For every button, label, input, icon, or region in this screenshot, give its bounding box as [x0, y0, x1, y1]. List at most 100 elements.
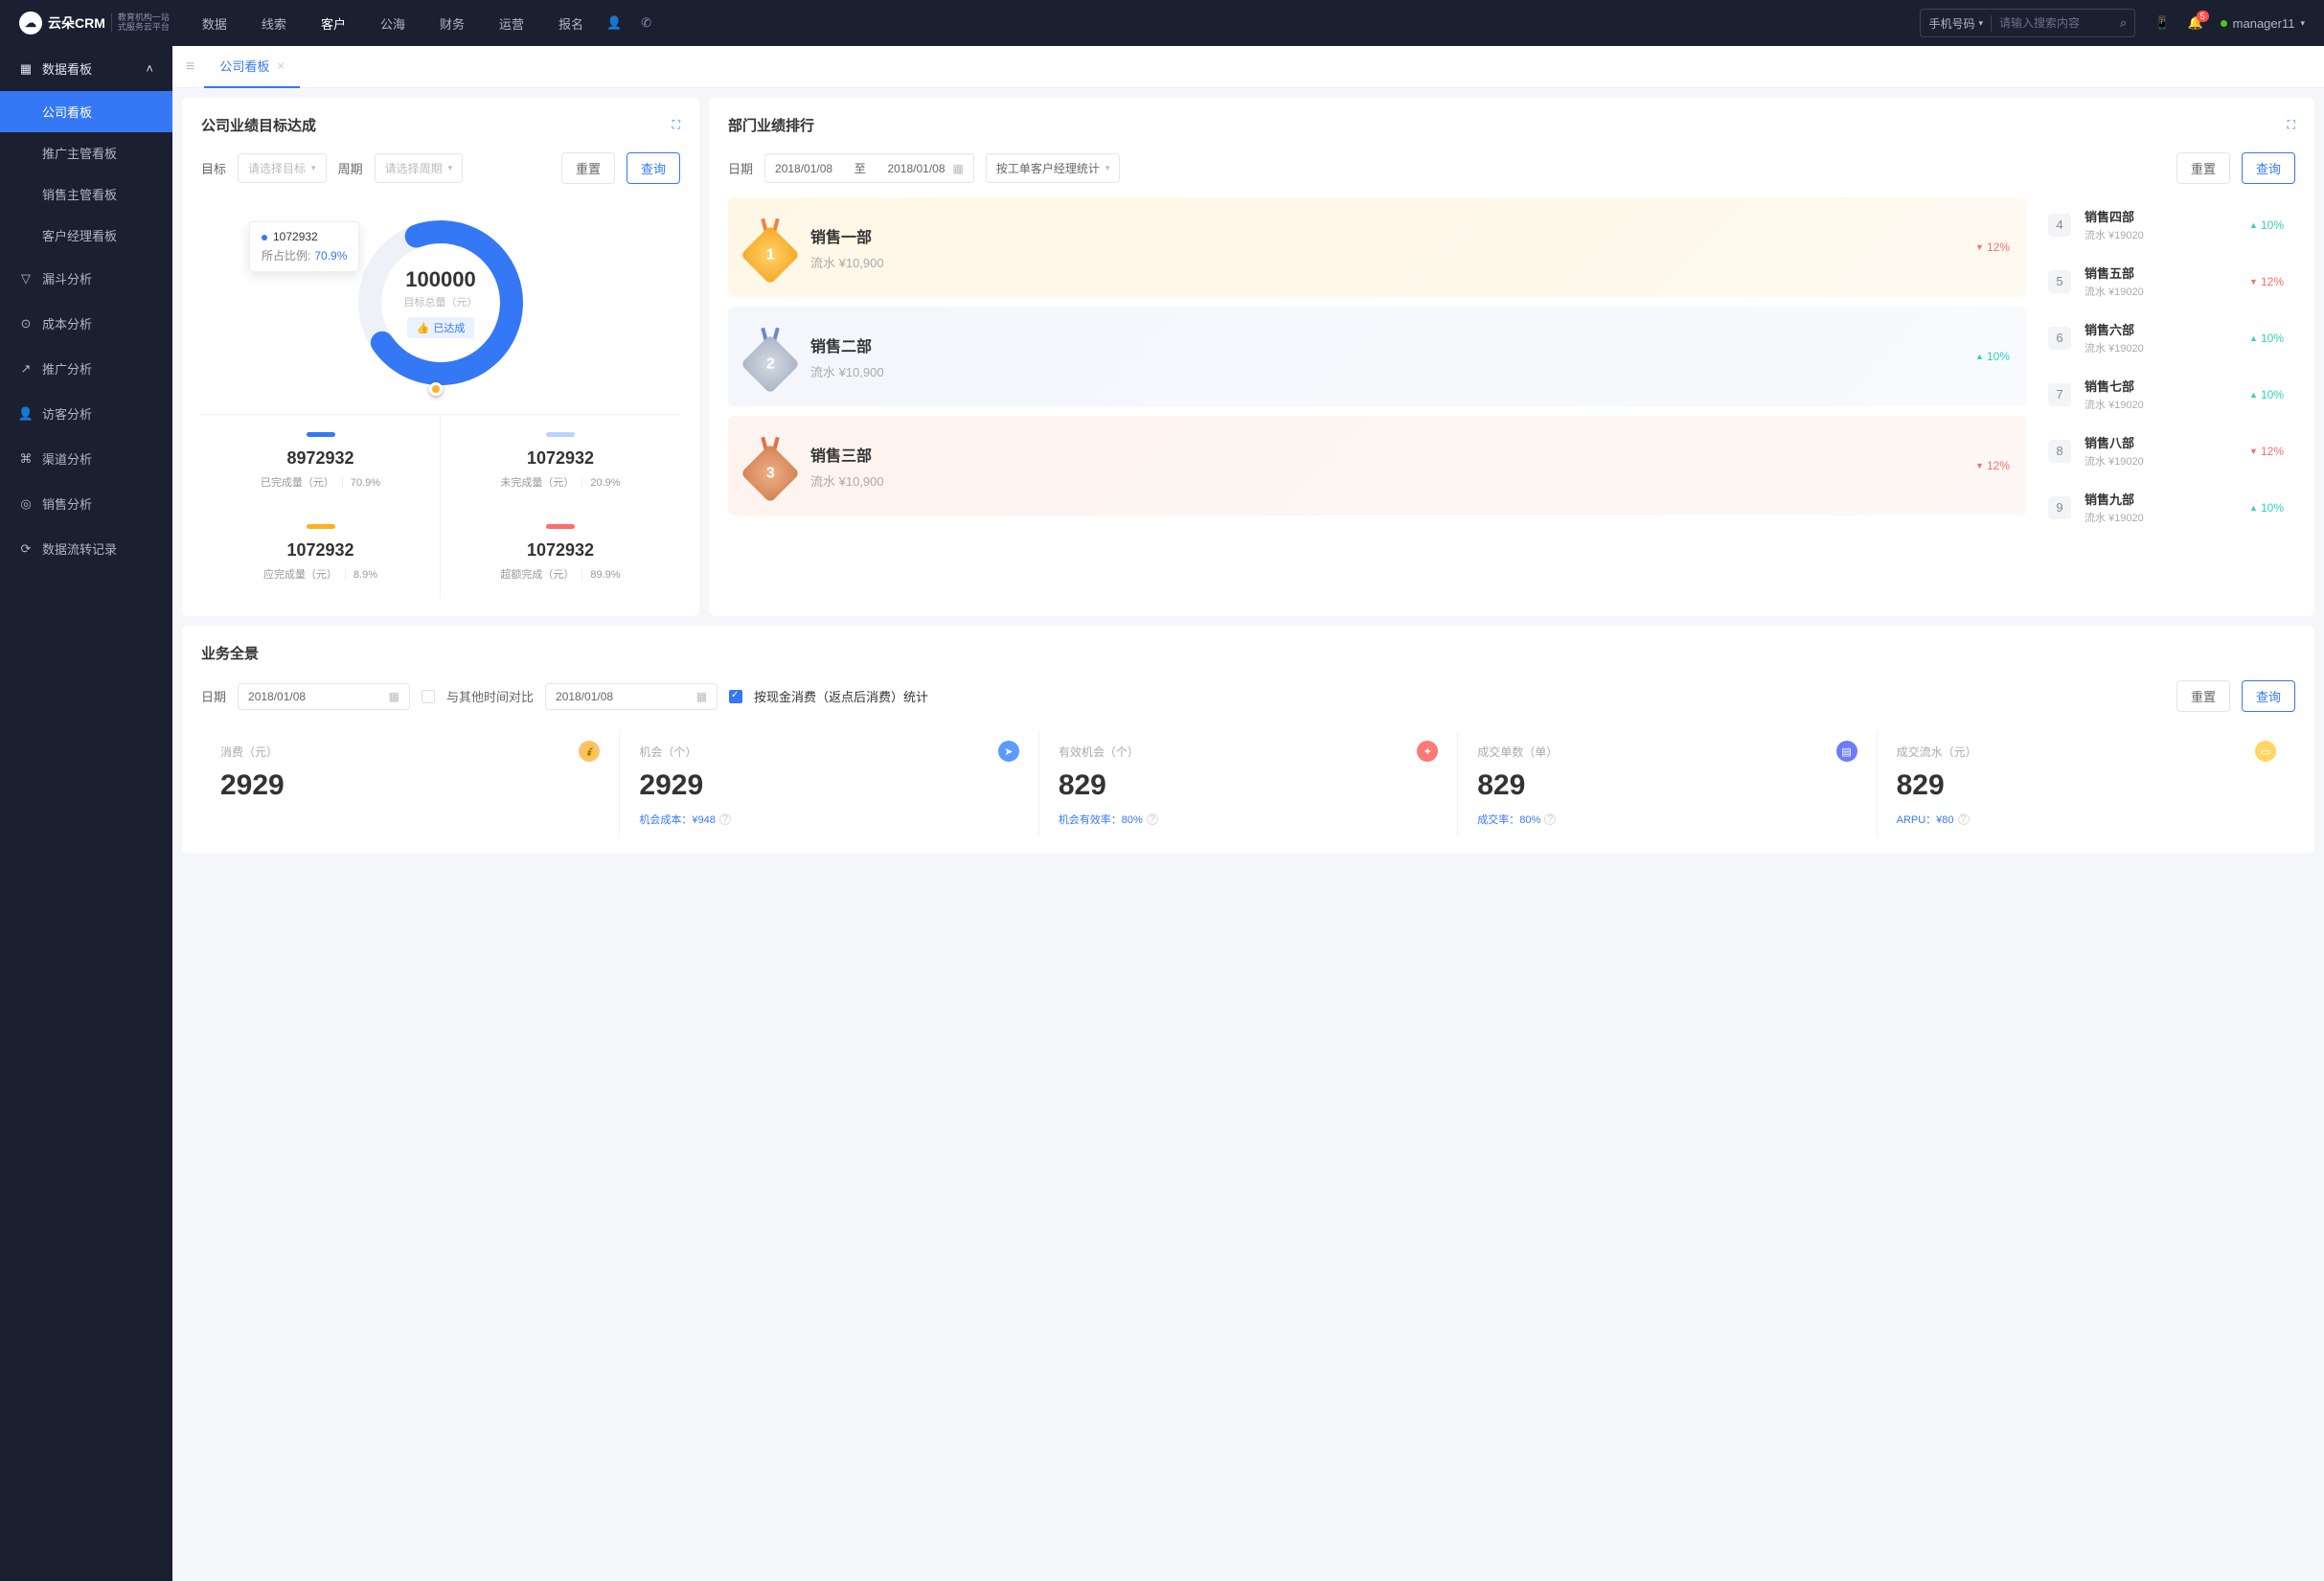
- metric-icon: ✦: [1417, 741, 1438, 762]
- metric-icon: 💰: [579, 741, 600, 762]
- date-range-input[interactable]: 2018/01/08 至 2018/01/08 ▦: [764, 153, 974, 183]
- medal-icon: 3: [745, 437, 795, 494]
- donut-chart: 100000 目标总量（元） 👍 已达成 1072932 所占比例:70.9%: [345, 207, 536, 399]
- content-area: ≡ 公司看板 × 公司业绩目标达成 ⛶ 目标 请选择目标▾ 周期: [172, 46, 2324, 1581]
- user-menu[interactable]: manager11 ▾: [2221, 16, 2305, 31]
- stat-cell: 1072932超额完成（元）89.9%: [441, 507, 680, 599]
- mobile-icon[interactable]: 📱: [2154, 15, 2170, 31]
- stat-type-select[interactable]: 按工单客户经理统计▾: [986, 153, 1121, 183]
- sidebar-item[interactable]: ◎销售分析: [0, 481, 172, 526]
- nav-item[interactable]: 报名: [555, 14, 587, 33]
- sidebar-item[interactable]: 👤访客分析: [0, 391, 172, 436]
- target-select[interactable]: 请选择目标▾: [238, 153, 327, 183]
- goal-title: 公司业绩目标达成: [201, 115, 316, 135]
- rank-row[interactable]: 9销售九部流水 ¥19020▲ 10%: [2037, 480, 2295, 535]
- date-input-1[interactable]: 2018/01/08▦: [238, 683, 410, 710]
- period-select[interactable]: 请选择周期▾: [375, 153, 464, 183]
- rank-row[interactable]: 5销售五部流水 ¥19020▼ 12%: [2037, 254, 2295, 309]
- expand-icon[interactable]: ⛶: [672, 118, 680, 132]
- menu-icon: ⊙: [19, 317, 33, 331]
- menu-icon: ▽: [19, 272, 33, 286]
- logo-subtitle: 教育机构一站 式服务云平台: [111, 13, 170, 33]
- top-navbar: ☁ 云朵CRM 教育机构一站 式服务云平台 数据 线索 客户 公海 财务 运营 报名 👤 ✆…: [0, 0, 2324, 46]
- help-icon[interactable]: ?: [1147, 813, 1158, 825]
- medal-icon: 2: [745, 328, 795, 385]
- sidebar-item[interactable]: ⟳数据流转记录: [0, 526, 172, 571]
- sidebar-item[interactable]: ▽漏斗分析: [0, 256, 172, 301]
- reset-button[interactable]: 重置: [2176, 152, 2230, 184]
- nav-item[interactable]: 运营: [495, 14, 528, 33]
- expand-icon[interactable]: ⛶: [2288, 118, 2295, 132]
- stat-cell: 1072932应完成量（元）8.9%: [201, 507, 441, 599]
- query-button[interactable]: 查询: [627, 152, 680, 184]
- rank-row[interactable]: 8销售八部流水 ¥19020▼ 12%: [2037, 424, 2295, 478]
- cash-checkbox[interactable]: [729, 690, 742, 703]
- metric-icon: ➤: [998, 741, 1019, 762]
- cloud-icon: ☁: [19, 11, 42, 34]
- calendar-icon: ▦: [953, 162, 964, 175]
- sidebar-item[interactable]: 客户经理看板: [0, 215, 172, 256]
- metric-cell: 有效机会（个）✦829机会有效率：80% ?: [1038, 731, 1457, 836]
- help-icon[interactable]: ?: [1544, 813, 1556, 825]
- rank-card-top[interactable]: 3销售三部流水 ¥10,900▼12%: [728, 416, 2027, 516]
- collapse-sidebar-icon[interactable]: ≡: [186, 58, 194, 76]
- nav-item[interactable]: 财务: [436, 14, 468, 33]
- rank-row[interactable]: 4销售四部流水 ¥19020▲ 10%: [2037, 197, 2295, 252]
- overview-card: 业务全景 日期 2018/01/08▦ 与其他时间对比 2018/01/08▦ …: [182, 626, 2314, 854]
- rank-card: 部门业绩排行 ⛶ 日期 2018/01/08 至 2018/01/08 ▦ 按工…: [709, 98, 2314, 616]
- sidebar-item[interactable]: 销售主管看板: [0, 173, 172, 215]
- user-icon[interactable]: 👤: [606, 15, 622, 31]
- nav-item[interactable]: 线索: [258, 14, 290, 33]
- reset-button[interactable]: 重置: [561, 152, 615, 184]
- tab-company-dashboard[interactable]: 公司看板 ×: [204, 46, 300, 88]
- metric-cell: 成交流水（元）▭829ARPU：¥80 ?: [1877, 731, 2295, 836]
- compare-checkbox[interactable]: [422, 690, 435, 703]
- close-icon[interactable]: ×: [277, 58, 285, 73]
- goal-card: 公司业绩目标达成 ⛶ 目标 请选择目标▾ 周期 请选择周期▾ 重置 查询: [182, 98, 699, 616]
- search-type-select[interactable]: 手机号码▾: [1928, 15, 1992, 32]
- date-input-2[interactable]: 2018/01/08▦: [545, 683, 718, 710]
- menu-icon: ↗: [19, 362, 33, 376]
- metric-icon: ▭: [2255, 741, 2276, 762]
- sidebar-item[interactable]: ⌘渠道分析: [0, 436, 172, 481]
- menu-icon: ⟳: [19, 542, 33, 556]
- sidebar-group-dashboard[interactable]: ▦ 数据看板 ˄: [0, 46, 172, 91]
- tabs-bar: ≡ 公司看板 ×: [172, 46, 2324, 88]
- help-icon[interactable]: ?: [1958, 813, 1970, 825]
- rank-row[interactable]: 7销售七部流水 ¥19020▲ 10%: [2037, 367, 2295, 422]
- rank-row[interactable]: 6销售六部流水 ¥19020▲ 10%: [2037, 310, 2295, 365]
- donut-value: 100000: [405, 267, 475, 292]
- query-button[interactable]: 查询: [2242, 680, 2295, 712]
- logo[interactable]: ☁ 云朵CRM 教育机构一站 式服务云平台: [19, 11, 170, 34]
- sidebar-item[interactable]: ⊙成本分析: [0, 301, 172, 346]
- sidebar-item[interactable]: 推广主管看板: [0, 132, 172, 173]
- metric-cell: 机会（个）➤2929机会成本：¥948 ?: [619, 731, 1037, 836]
- menu-icon: ⌘: [19, 452, 33, 466]
- phone-icon[interactable]: ✆: [641, 15, 651, 31]
- search-box[interactable]: 手机号码▾ ⌕: [1920, 9, 2135, 37]
- nav-item[interactable]: 客户: [317, 14, 350, 33]
- medal-icon: 1: [745, 218, 795, 276]
- thumbs-up-icon: 👍: [417, 322, 430, 334]
- rank-card-top[interactable]: 1销售一部流水 ¥10,900▼12%: [728, 197, 2027, 297]
- notification-badge: 5: [2197, 11, 2209, 22]
- sidebar-item[interactable]: ↗推广分析: [0, 346, 172, 391]
- reset-button[interactable]: 重置: [2176, 680, 2230, 712]
- rank-title: 部门业绩排行: [728, 115, 814, 135]
- search-input[interactable]: [1999, 16, 2114, 30]
- status-dot-icon: [2221, 20, 2227, 27]
- sidebar-item[interactable]: 公司看板: [0, 91, 172, 132]
- dashboard-icon: ▦: [19, 62, 33, 76]
- chevron-down-icon: ▾: [2300, 18, 2305, 29]
- query-button[interactable]: 查询: [2242, 152, 2295, 184]
- rank-card-top[interactable]: 2销售二部流水 ¥10,900▲10%: [728, 307, 2027, 406]
- nav-item[interactable]: 数据: [198, 14, 231, 33]
- bell-icon[interactable]: 🔔 5: [2187, 15, 2202, 31]
- nav-item[interactable]: 公海: [376, 14, 409, 33]
- donut-label: 目标总量（元）: [404, 294, 478, 309]
- logo-text: 云朵CRM: [48, 13, 105, 33]
- calendar-icon: ▦: [696, 690, 707, 703]
- search-icon[interactable]: ⌕: [2120, 15, 2127, 31]
- donut-status-tag: 👍 已达成: [407, 317, 475, 338]
- help-icon[interactable]: ?: [719, 813, 731, 825]
